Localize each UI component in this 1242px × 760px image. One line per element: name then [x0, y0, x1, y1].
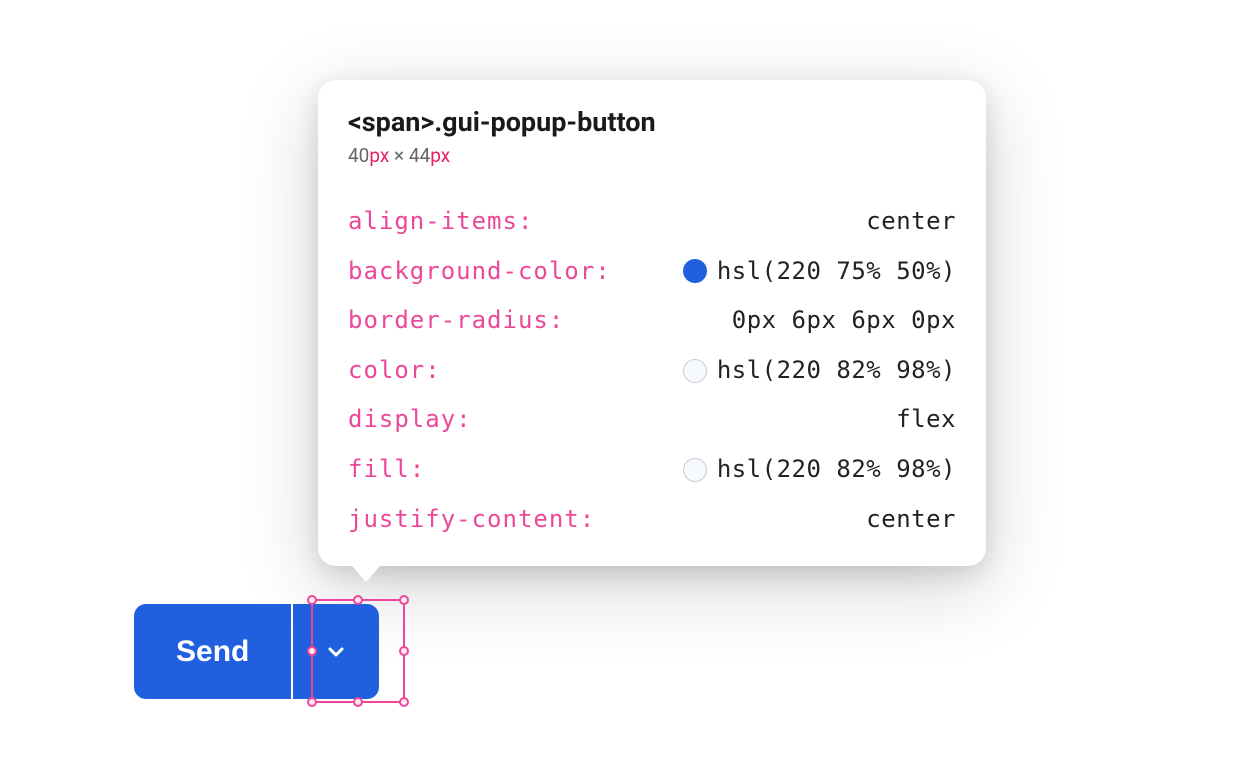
- css-property-name: display:: [348, 403, 472, 437]
- selector-line: <span>.gui-popup-button: [348, 106, 956, 138]
- dimensions-separator: ×: [389, 144, 409, 167]
- css-property-value: 0px 6px 6px 0px: [732, 304, 956, 338]
- selector-class: .gui-popup-button: [434, 106, 655, 138]
- resize-handle-icon[interactable]: [399, 697, 409, 707]
- css-property-name: justify-content:: [348, 503, 595, 537]
- tooltip-arrow-icon: [352, 566, 380, 582]
- css-property-value: center: [866, 503, 956, 537]
- height-value: 44: [409, 144, 430, 167]
- chevron-down-icon: [324, 640, 348, 664]
- css-property-name: color:: [348, 354, 441, 388]
- css-property-row: justify-content: center: [348, 503, 956, 537]
- css-property-row: color: hsl(220 82% 98%): [348, 354, 956, 388]
- css-property-value: hsl(220 75% 50%): [683, 255, 956, 289]
- css-property-row: align-items: center: [348, 205, 956, 239]
- selector-tag: <span>: [348, 106, 434, 138]
- popup-toggle-button[interactable]: [293, 604, 379, 699]
- css-property-row: display: flex: [348, 403, 956, 437]
- element-dimensions: 40px × 44px: [348, 144, 956, 167]
- css-property-name: align-items:: [348, 205, 533, 239]
- css-property-name: fill:: [348, 453, 425, 487]
- css-property-name: border-radius:: [348, 304, 564, 338]
- split-button-group: Send: [134, 604, 379, 699]
- color-swatch-icon: [683, 259, 707, 283]
- color-swatch-icon: [683, 458, 707, 482]
- css-property-row: border-radius: 0px 6px 6px 0px: [348, 304, 956, 338]
- css-inspector-tooltip: <span>.gui-popup-button 40px × 44px alig…: [318, 80, 986, 566]
- css-property-name: background-color:: [348, 255, 611, 289]
- width-value: 40: [348, 144, 369, 167]
- resize-handle-icon[interactable]: [399, 595, 409, 605]
- resize-handle-icon[interactable]: [399, 646, 409, 656]
- color-swatch-icon: [683, 359, 707, 383]
- css-properties-list: align-items: center background-color: hs…: [348, 205, 956, 536]
- width-unit: px: [369, 144, 389, 167]
- css-property-row: fill: hsl(220 82% 98%): [348, 453, 956, 487]
- css-property-value: flex: [896, 403, 956, 437]
- tooltip-header: <span>.gui-popup-button 40px × 44px: [348, 106, 956, 167]
- css-property-value: center: [866, 205, 956, 239]
- height-unit: px: [430, 144, 450, 167]
- css-property-value: hsl(220 82% 98%): [683, 354, 956, 388]
- css-property-row: background-color: hsl(220 75% 50%): [348, 255, 956, 289]
- send-button[interactable]: Send: [134, 604, 291, 699]
- css-property-value: hsl(220 82% 98%): [683, 453, 956, 487]
